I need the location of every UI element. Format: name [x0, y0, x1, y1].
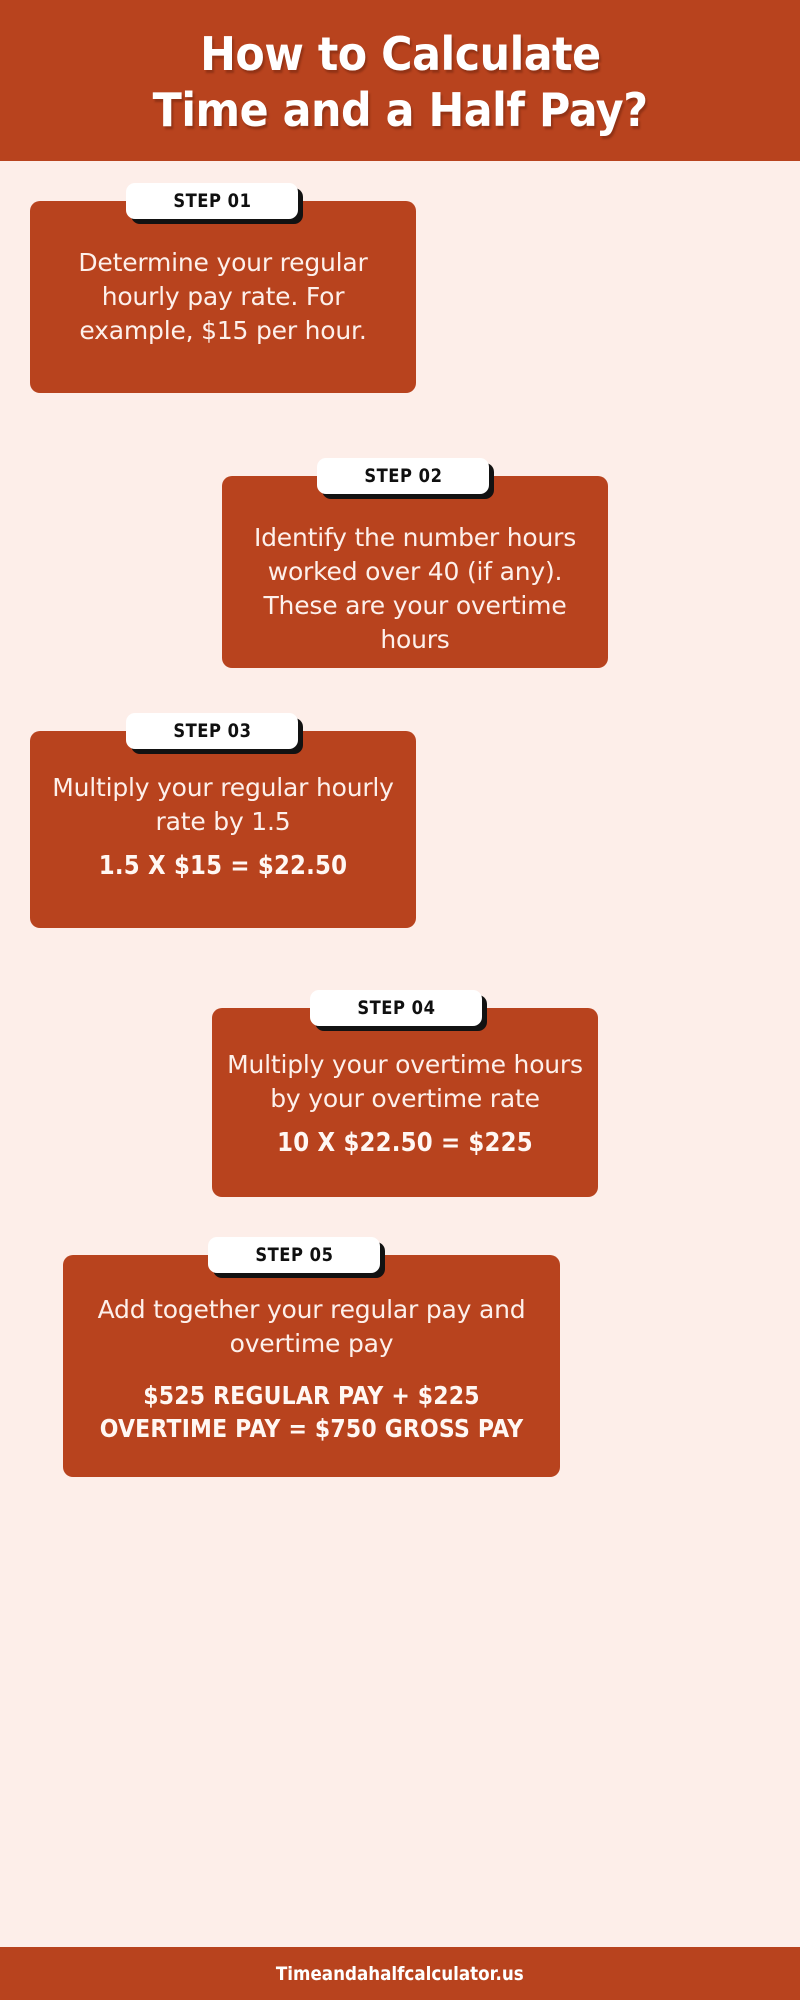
step-5-badge-label: STEP 05 [254, 1244, 334, 1266]
footer-website[interactable]: Timeandahalfcalculator.us [276, 1963, 524, 1985]
step-3-badge: STEP 03 [126, 713, 298, 749]
step-5-card-body-panel: Add together your regular pay and overti… [63, 1255, 560, 1477]
page-title-line-1: How to Calculate [199, 26, 601, 81]
step-2-card-body-panel: Identify the number hours worked over 40… [222, 476, 608, 668]
step-3-body-text: Multiply your regular hourly rate by 1.5 [52, 773, 394, 836]
step-2-badge: STEP 02 [317, 458, 489, 494]
step-4-formula: 10 X $22.50 = $225 [277, 1128, 533, 1158]
step-1-card-body-panel: Determine your regular hourly pay rate. … [30, 201, 416, 393]
step-5-body-text: Add together your regular pay and overti… [97, 1295, 526, 1358]
step-1-badge: STEP 01 [126, 183, 298, 219]
step-3-badge-label: STEP 03 [172, 720, 252, 742]
step-2-badge-label: STEP 02 [363, 465, 443, 487]
step-5-formula: $525 REGULAR PAY + $225 OVERTIME PAY = $… [99, 1381, 524, 1443]
header-banner: How to Calculate Time and a Half Pay? [0, 0, 800, 161]
step-4-card-body-panel: Multiply your overtime hours by your ove… [212, 1008, 598, 1197]
page-title-line-2: Time and a Half Pay? [152, 82, 648, 137]
step-1-badge-label: STEP 01 [172, 190, 252, 212]
step-4-badge-label: STEP 04 [356, 997, 436, 1019]
footer-bar: Timeandahalfcalculator.us [0, 1947, 800, 2000]
step-4-badge: STEP 04 [310, 990, 482, 1026]
step-5-badge: STEP 05 [208, 1237, 380, 1273]
step-2-body-text: Identify the number hours worked over 40… [253, 523, 577, 654]
step-1-body-text: Determine your regular hourly pay rate. … [78, 248, 368, 345]
step-3-card-body-panel: Multiply your regular hourly rate by 1.5… [30, 731, 416, 928]
step-4-body-text: Multiply your overtime hours by your ove… [227, 1050, 583, 1113]
step-3-formula: 1.5 X $15 = $22.50 [98, 851, 348, 881]
